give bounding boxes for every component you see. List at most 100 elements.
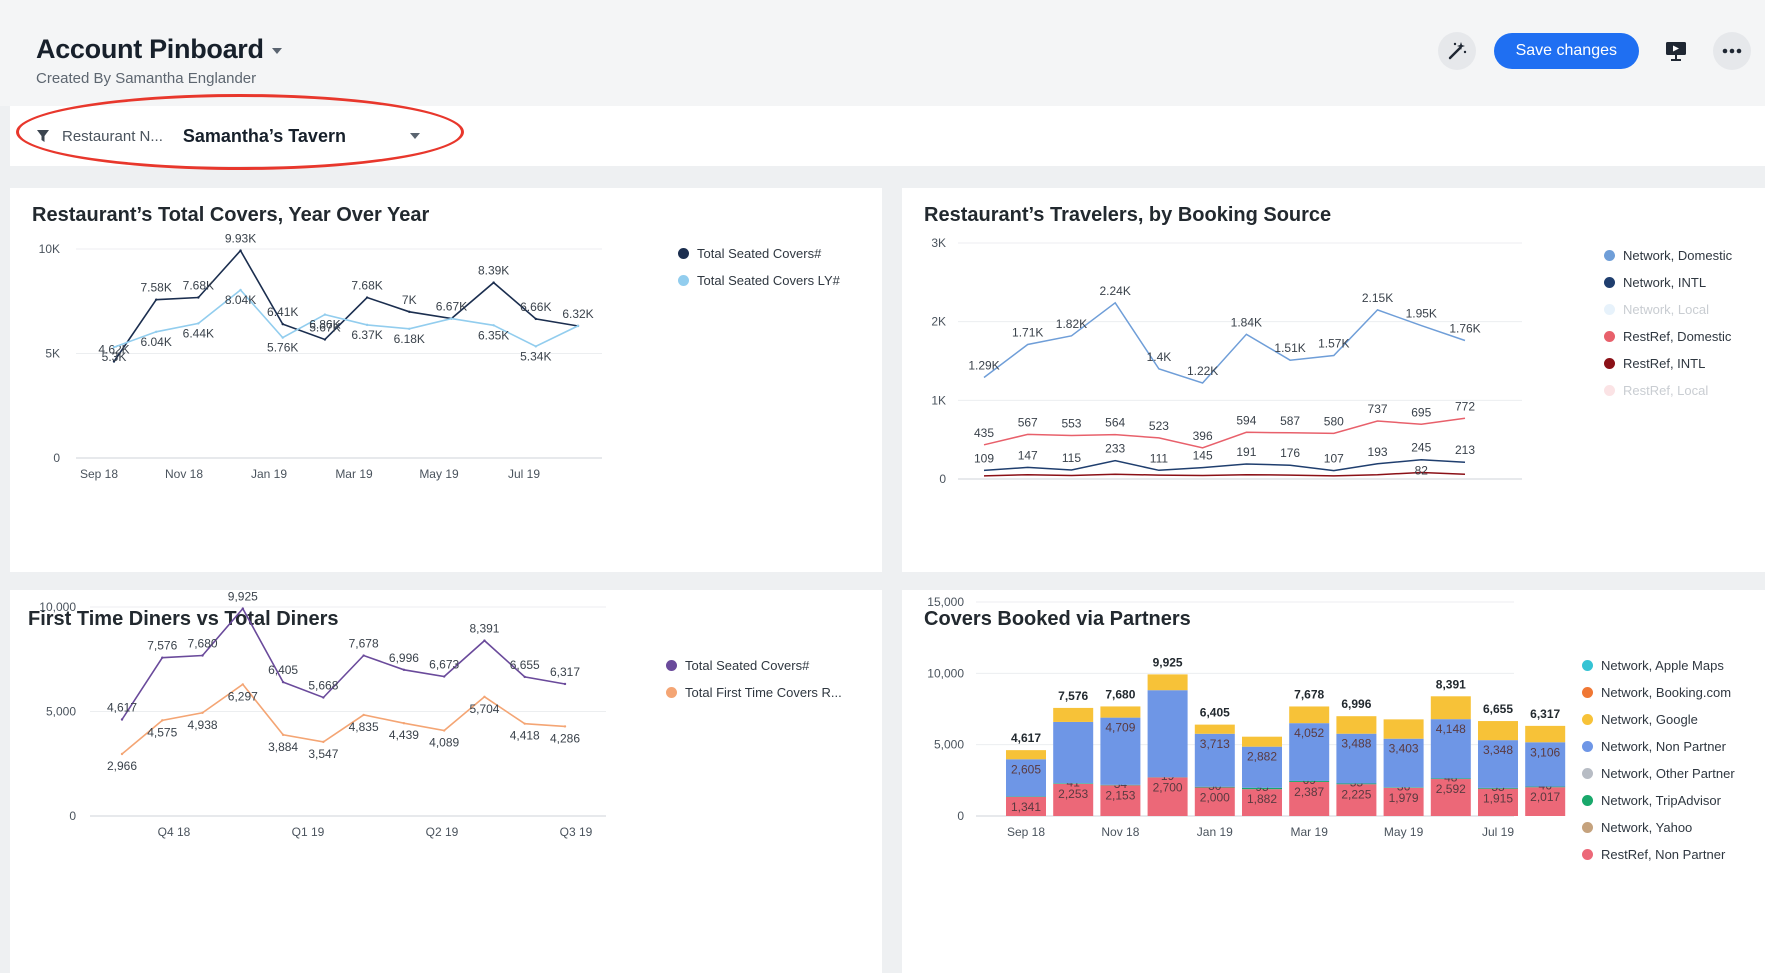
stacked-bar-segment bbox=[1242, 736, 1282, 747]
legend-label: Network, Other Partner bbox=[1601, 766, 1735, 781]
legend-swatch bbox=[678, 275, 689, 286]
y-tick-label: 10K bbox=[39, 242, 60, 256]
legend-swatch bbox=[1582, 795, 1593, 806]
stacked-bar-segment bbox=[1289, 706, 1330, 724]
legend-item[interactable]: Network, Apple Maps bbox=[1582, 652, 1735, 679]
more-icon[interactable] bbox=[1713, 32, 1751, 70]
legend-item[interactable]: Network, Domestic bbox=[1604, 242, 1732, 269]
stacked-bar-segment bbox=[1430, 696, 1471, 720]
data-label: 6.86K bbox=[309, 318, 340, 332]
data-label: 1.22K bbox=[1187, 364, 1218, 378]
legend-swatch bbox=[666, 660, 677, 671]
series-line bbox=[983, 458, 1466, 472]
data-point bbox=[523, 675, 526, 679]
legend-item[interactable]: Network, Yahoo bbox=[1582, 814, 1735, 841]
y-tick-label: 3K bbox=[931, 236, 946, 250]
data-point bbox=[492, 324, 495, 327]
segment-label: 3,713 bbox=[1200, 737, 1230, 751]
data-label: 82 bbox=[1415, 464, 1429, 478]
save-changes-button[interactable]: Save changes bbox=[1493, 33, 1639, 69]
card-first-time[interactable]: First Time Diners vs Total Diners 0 5,000… bbox=[10, 590, 882, 973]
data-point bbox=[239, 249, 242, 252]
legend-item[interactable]: Network, Other Partner bbox=[1582, 760, 1735, 787]
data-point bbox=[408, 327, 411, 331]
present-icon[interactable] bbox=[1657, 32, 1695, 70]
bar-total-label: 4,617 bbox=[1011, 731, 1041, 745]
filter-icon bbox=[37, 130, 49, 142]
legend-item[interactable]: Total Seated Covers LY# bbox=[678, 267, 840, 294]
data-point bbox=[201, 711, 204, 714]
x-tick-label: Nov 18 bbox=[1101, 825, 1139, 839]
data-point bbox=[154, 298, 158, 301]
data-label: 115 bbox=[1062, 451, 1081, 465]
legend-item[interactable]: Network, Local bbox=[1604, 296, 1732, 323]
legend-item[interactable]: RestRef, INTL bbox=[1604, 350, 1732, 377]
restaurant-filter[interactable]: Restaurant N... Samantha’s Tavern bbox=[36, 120, 420, 152]
legend-item[interactable]: Network, Non Partner bbox=[1582, 733, 1735, 760]
y-tick-label: 0 bbox=[53, 451, 60, 465]
data-label: 435 bbox=[974, 426, 994, 440]
card-partners[interactable]: Covers Booked via Partners 0 5,000 10,000 1… bbox=[902, 590, 1765, 973]
legend-travelers: Network, Domestic Network, INTL Network,… bbox=[1604, 242, 1732, 404]
legend-swatch bbox=[1582, 768, 1593, 779]
bar-total-label: 7,680 bbox=[1105, 687, 1135, 701]
data-label: 1.95K bbox=[1406, 307, 1437, 321]
data-point bbox=[563, 682, 567, 686]
legend-item[interactable]: Network, TripAdvisor bbox=[1582, 787, 1735, 814]
data-label: 109 bbox=[974, 451, 994, 465]
segment-label: 3,403 bbox=[1389, 742, 1419, 756]
data-label: 7.68K bbox=[183, 278, 214, 292]
title-row[interactable]: Account Pinboard bbox=[36, 34, 282, 65]
data-point bbox=[161, 719, 164, 722]
legend-label: Network, Non Partner bbox=[1601, 739, 1726, 754]
legend-item[interactable]: Total Seated Covers# bbox=[666, 652, 842, 679]
data-label: 5,704 bbox=[469, 702, 499, 716]
filter-chevron-down-icon[interactable] bbox=[409, 133, 420, 139]
x-tick-label: Sep 18 bbox=[80, 467, 118, 481]
legend-item[interactable]: Network, Google bbox=[1582, 706, 1735, 733]
card-covers-yoy[interactable]: Restaurant’s Total Covers, Year Over Yea… bbox=[10, 188, 882, 572]
data-label: 1.51K bbox=[1274, 341, 1305, 355]
legend-label: RestRef, Non Partner bbox=[1601, 847, 1726, 862]
legend-item[interactable]: Total First Time Covers R... bbox=[666, 679, 842, 706]
card-travelers[interactable]: Restaurant’s Travelers, by Booking Sourc… bbox=[902, 188, 1765, 572]
page-subtitle: Created By Samantha Englander bbox=[36, 70, 257, 87]
data-point bbox=[154, 330, 158, 333]
legend-item[interactable]: RestRef, Domestic bbox=[1604, 323, 1732, 350]
y-tick-label: 10,000 bbox=[927, 666, 964, 680]
data-label: 396 bbox=[1193, 429, 1213, 443]
segment-label: 4,148 bbox=[1436, 722, 1466, 736]
data-label: 8.04K bbox=[225, 293, 256, 307]
segment-label: 4,052 bbox=[1294, 726, 1324, 740]
data-point bbox=[534, 345, 538, 348]
legend-item[interactable]: Network, INTL bbox=[1604, 269, 1732, 296]
data-point bbox=[563, 725, 567, 728]
legend-item[interactable]: Total Seated Covers# bbox=[678, 240, 840, 267]
stacked-bar-segment bbox=[1006, 750, 1046, 760]
y-tick-label: 10,000 bbox=[39, 600, 76, 614]
data-point bbox=[120, 752, 124, 756]
data-label: 9,925 bbox=[228, 590, 258, 604]
data-point bbox=[576, 324, 580, 328]
data-point bbox=[450, 317, 453, 320]
segment-label: 3,348 bbox=[1483, 743, 1513, 757]
legend-label: RestRef, INTL bbox=[1623, 356, 1706, 371]
filter-label: Restaurant N... bbox=[62, 127, 163, 145]
data-point bbox=[402, 668, 406, 671]
data-point bbox=[161, 656, 164, 659]
legend-item[interactable]: Network, Booking.com bbox=[1582, 679, 1735, 706]
data-label: 6.37K bbox=[351, 328, 382, 342]
bar-total-label: 6,405 bbox=[1200, 706, 1230, 720]
stacked-bar-segment bbox=[1478, 721, 1518, 741]
data-point bbox=[281, 336, 284, 339]
legend-swatch bbox=[1604, 331, 1615, 342]
magic-wand-icon[interactable] bbox=[1437, 32, 1476, 70]
data-point bbox=[534, 317, 538, 321]
legend-item[interactable]: RestRef, Local bbox=[1604, 377, 1732, 404]
segment-label: 2,387 bbox=[1294, 785, 1324, 799]
toolbar: Save changes bbox=[1437, 32, 1751, 70]
title-chevron-down-icon[interactable] bbox=[271, 47, 282, 54]
legend-item[interactable]: RestRef, Non Partner bbox=[1582, 841, 1735, 868]
bar-total-label: 6,655 bbox=[1483, 702, 1513, 716]
legend-label: Network, Local bbox=[1623, 302, 1709, 317]
